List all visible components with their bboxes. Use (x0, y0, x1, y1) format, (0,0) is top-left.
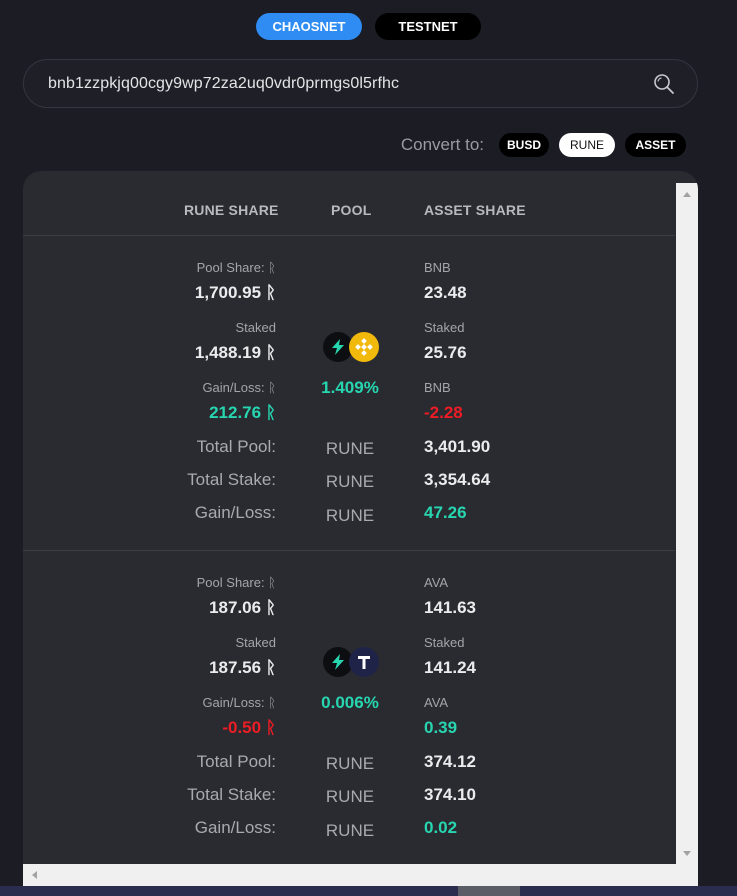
rune-gain-loss-label: Gain/Loss: ᚱ (202, 695, 276, 710)
pool-percentage: 1.409% (321, 378, 379, 397)
bnb-coin-icon (349, 332, 379, 362)
rune-staked-value: 1,488.19 ᚱ (194, 343, 276, 362)
pool-icons (323, 647, 379, 677)
asset-gain-loss-label: AVA (424, 695, 449, 710)
convert-busd-button[interactable]: BUSD (499, 133, 549, 157)
asset-staked-label: Staked (424, 320, 465, 335)
rune-pool-share-value: 187.06 ᚱ (209, 598, 276, 617)
asset-label: BNB (424, 260, 451, 275)
total-stake-label: Total Stake: (187, 470, 276, 489)
page-scrollbar-thumb[interactable] (458, 886, 520, 896)
horizontal-scrollbar[interactable] (23, 864, 698, 886)
rune-pool-share-label: Pool Share: ᚱ (196, 575, 276, 590)
vertical-scrollbar[interactable] (676, 183, 698, 864)
total-stake-label: Total Stake: (187, 785, 276, 804)
total-pool-unit: RUNE (325, 439, 375, 458)
convert-to-label: Convert to: (400, 135, 484, 154)
address-search-bar[interactable]: bnb1zzpkjq00cgy9wp72za2uq0vdr0prmgs0l5rf… (23, 59, 698, 108)
total-gain-loss-value: 47.26 (424, 503, 467, 522)
chaosnet-button[interactable]: CHAOSNET (256, 13, 362, 40)
page-scrollbar[interactable] (0, 886, 737, 896)
total-gain-loss-value: 0.02 (424, 818, 458, 837)
total-stake-unit: RUNE (325, 787, 375, 806)
pool-icons (323, 332, 379, 362)
scroll-down-arrow-icon (683, 851, 691, 856)
address-search-input[interactable]: bnb1zzpkjq00cgy9wp72za2uq0vdr0prmgs0l5rf… (48, 75, 653, 93)
rune-staked-label: Staked (235, 320, 276, 335)
pool-header: POOL (331, 202, 372, 218)
ava-t-coin-icon (349, 647, 379, 677)
network-toggle: CHAOSNET TESTNET (0, 13, 737, 40)
total-stake-value: 3,354.64 (424, 470, 491, 489)
asset-gain-loss-label: BNB (424, 380, 451, 395)
asset-share-value: 141.63 (424, 598, 476, 617)
total-pool-value: 3,401.90 (424, 437, 491, 456)
convert-asset-button[interactable]: ASSET (625, 133, 686, 157)
table-header: RUNE SHARE POOL ASSET SHARE (23, 171, 675, 236)
pool-share-table: RUNE SHARE POOL ASSET SHARE Pool Share: … (23, 171, 675, 864)
total-stake-unit: RUNE (325, 472, 375, 491)
asset-gain-loss-value: -2.28 (424, 403, 463, 422)
total-gain-loss-label: Gain/Loss: (194, 503, 276, 522)
pool-row-ava: Pool Share: ᚱ 187.06 ᚱ AVA 141.63 Staked… (23, 551, 675, 866)
pool-share-panel: RUNE SHARE POOL ASSET SHARE Pool Share: … (23, 171, 698, 886)
asset-label: AVA (424, 575, 449, 590)
rune-share-header: RUNE SHARE (184, 202, 279, 218)
rune-staked-label: Staked (235, 635, 276, 650)
total-gain-loss-unit: RUNE (325, 506, 375, 525)
convert-rune-button[interactable]: RUNE (559, 133, 615, 157)
asset-share-value: 23.48 (424, 283, 467, 302)
asset-gain-loss-value: 0.39 (424, 718, 458, 737)
total-pool-value: 374.12 (424, 752, 476, 771)
pool-percentage: 0.006% (321, 693, 379, 712)
total-stake-value: 374.10 (424, 785, 476, 804)
total-gain-loss-label: Gain/Loss: (194, 818, 276, 837)
asset-staked-value: 25.76 (424, 343, 467, 362)
convert-to-bar: Convert to: BUSD RUNE ASSET (401, 133, 686, 157)
asset-staked-value: 141.24 (424, 658, 476, 677)
rune-staked-value: 187.56 ᚱ (209, 658, 276, 677)
pool-row-bnb: Pool Share: ᚱ 1,700.95 ᚱ BNB 23.48 Stake… (23, 236, 675, 551)
rune-gain-loss-label: Gain/Loss: ᚱ (202, 380, 276, 395)
total-pool-label: Total Pool: (196, 752, 276, 771)
asset-share-header: ASSET SHARE (424, 202, 526, 218)
scroll-up-arrow-icon (683, 192, 691, 197)
rune-gain-loss-value: -0.50 ᚱ (222, 718, 276, 737)
rune-pool-share-label: Pool Share: ᚱ (196, 260, 276, 275)
search-icon[interactable] (653, 73, 675, 95)
asset-staked-label: Staked (424, 635, 465, 650)
total-gain-loss-unit: RUNE (325, 821, 375, 840)
testnet-button[interactable]: TESTNET (375, 13, 481, 40)
rune-pool-share-value: 1,700.95 ᚱ (194, 283, 276, 302)
total-pool-unit: RUNE (325, 754, 375, 773)
rune-gain-loss-value: 212.76 ᚱ (209, 403, 276, 422)
total-pool-label: Total Pool: (196, 437, 276, 456)
scroll-left-arrow-icon (32, 871, 37, 879)
